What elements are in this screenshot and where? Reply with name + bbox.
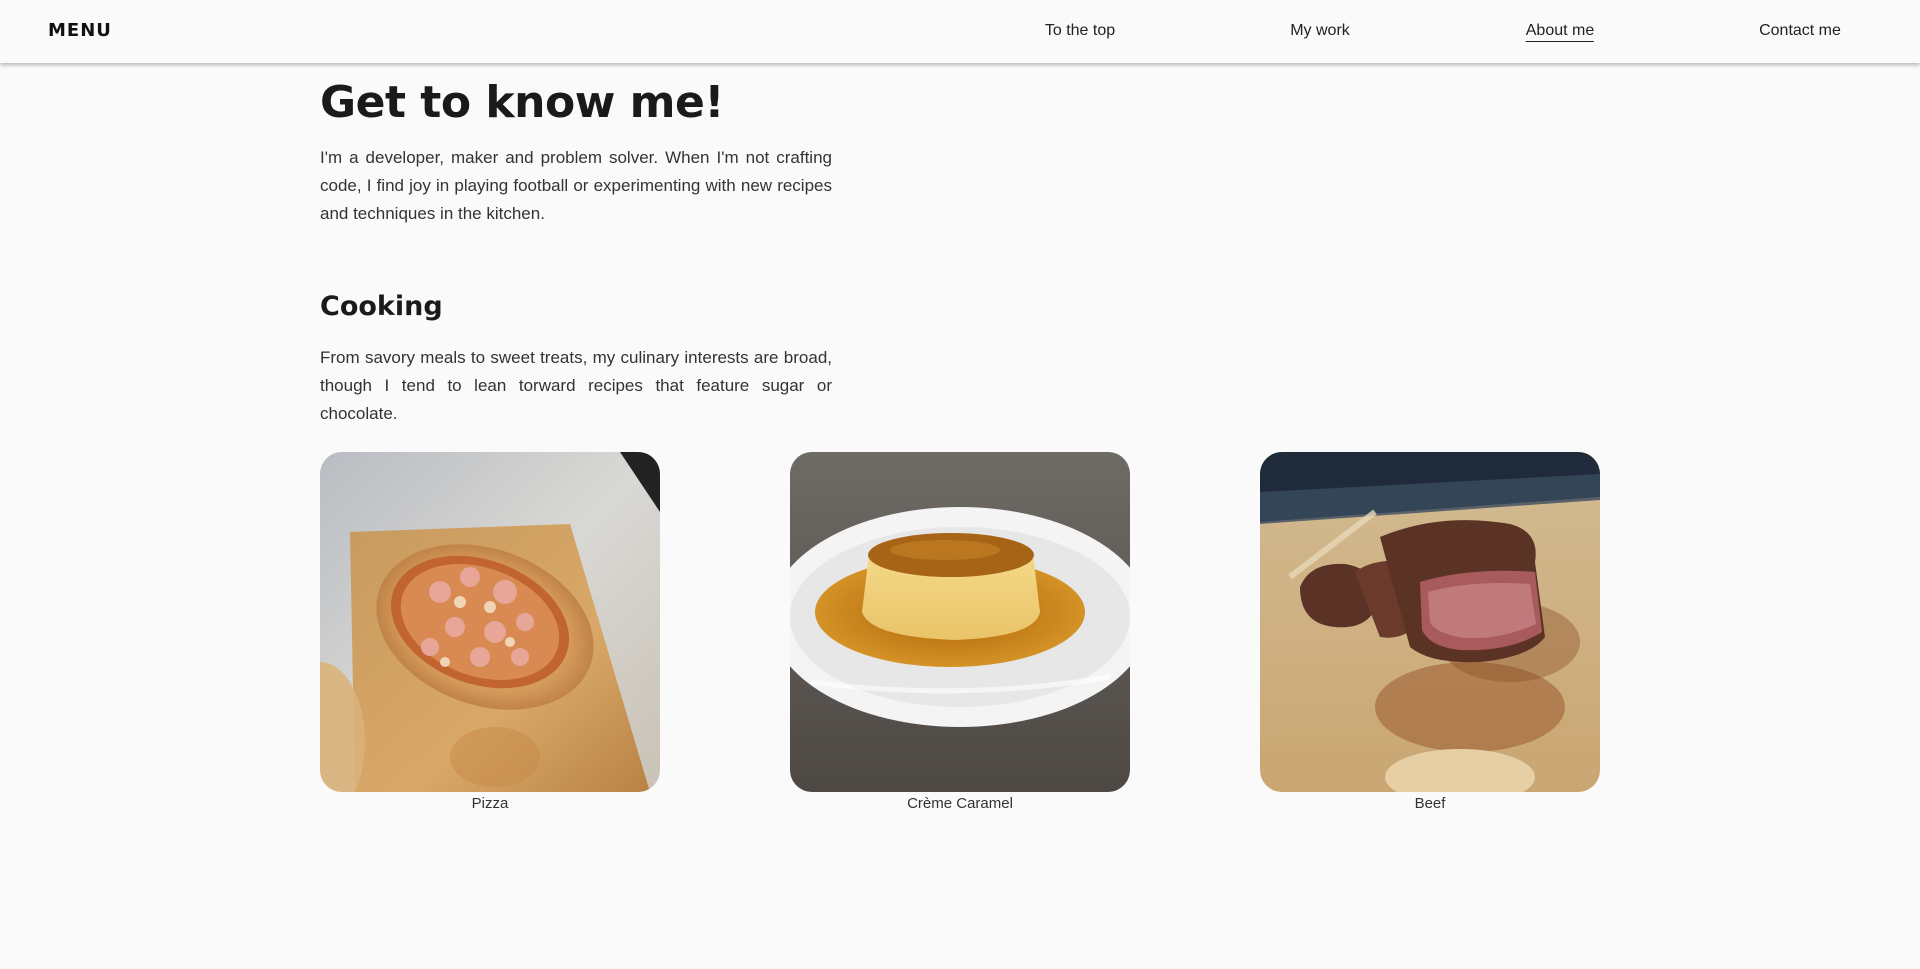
- pizza-photo: [320, 452, 660, 792]
- page-title: Get to know me!: [320, 77, 724, 128]
- cooking-paragraph: From savory meals to sweet treats, my cu…: [320, 348, 832, 423]
- nav-link-my-work[interactable]: My work: [1290, 22, 1350, 40]
- nav-link-about-me[interactable]: About me: [1525, 22, 1595, 42]
- menu-button[interactable]: MENU: [48, 20, 112, 41]
- nav-link-contact-me[interactable]: Contact me: [1759, 22, 1841, 40]
- dish-card-creme-caramel: Crème Caramel: [790, 452, 1130, 812]
- dish-caption-pizza: Pizza: [471, 795, 509, 812]
- creme-caramel-photo: [790, 452, 1130, 792]
- intro-paragraph: I'm a developer, maker and problem solve…: [320, 148, 832, 223]
- nav-link-to-the-top[interactable]: To the top: [1045, 22, 1115, 40]
- dish-card-pizza: Pizza: [320, 452, 660, 812]
- cooking-heading: Cooking: [320, 291, 443, 322]
- top-nav-bar: MENU To the top My work About me Contact…: [0, 0, 1920, 63]
- dish-caption-beef: Beef: [1414, 795, 1446, 812]
- beef-photo: [1260, 452, 1600, 792]
- dish-caption-creme-caramel: Crème Caramel: [907, 795, 1013, 812]
- dish-card-beef: Beef: [1260, 452, 1600, 812]
